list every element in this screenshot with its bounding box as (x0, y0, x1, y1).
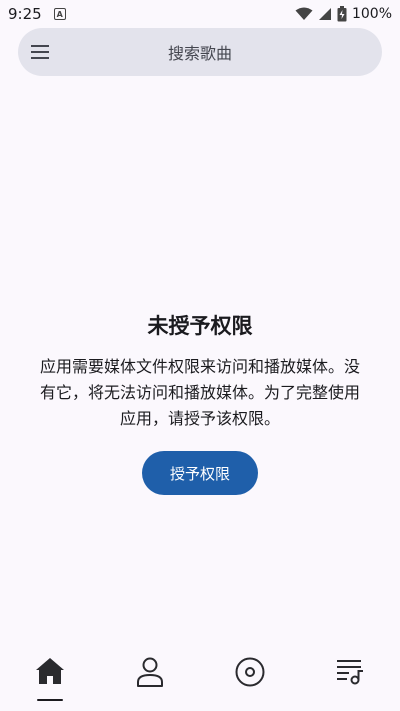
grant-permission-button[interactable]: 授予权限 (142, 451, 258, 495)
nav-selected-indicator (37, 699, 63, 701)
nav-playlist[interactable] (330, 656, 370, 700)
person-icon (137, 657, 163, 687)
permission-title: 未授予权限 (147, 314, 253, 338)
search-placeholder[interactable]: 搜索歌曲 (18, 40, 382, 64)
bottom-navigation (0, 650, 400, 711)
disc-icon (235, 657, 265, 687)
search-bar[interactable]: 搜索歌曲 (18, 28, 382, 76)
home-icon (36, 658, 64, 684)
permission-panel: 未授予权限 应用需要媒体文件权限来访问和播放媒体。没有它，将无法访问和播放媒体。… (0, 310, 400, 495)
status-icons: 100% (295, 6, 392, 22)
status-bar: 9:25 A 100% (0, 0, 400, 28)
battery-icon (337, 6, 347, 22)
wifi-icon (295, 7, 313, 20)
signal-icon (318, 8, 331, 20)
nav-home[interactable] (30, 656, 70, 701)
status-time: 9:25 (8, 5, 42, 23)
menu-icon[interactable] (30, 42, 50, 62)
playlist-icon (337, 660, 363, 685)
permission-description: 应用需要媒体文件权限来访问和播放媒体。没有它，将无法访问和播放媒体。为了完整使用… (39, 357, 360, 428)
a-notification-icon: A (53, 8, 66, 20)
battery-percent: 100% (351, 6, 392, 22)
nav-profile[interactable] (130, 656, 170, 700)
nav-disc[interactable] (230, 656, 270, 700)
